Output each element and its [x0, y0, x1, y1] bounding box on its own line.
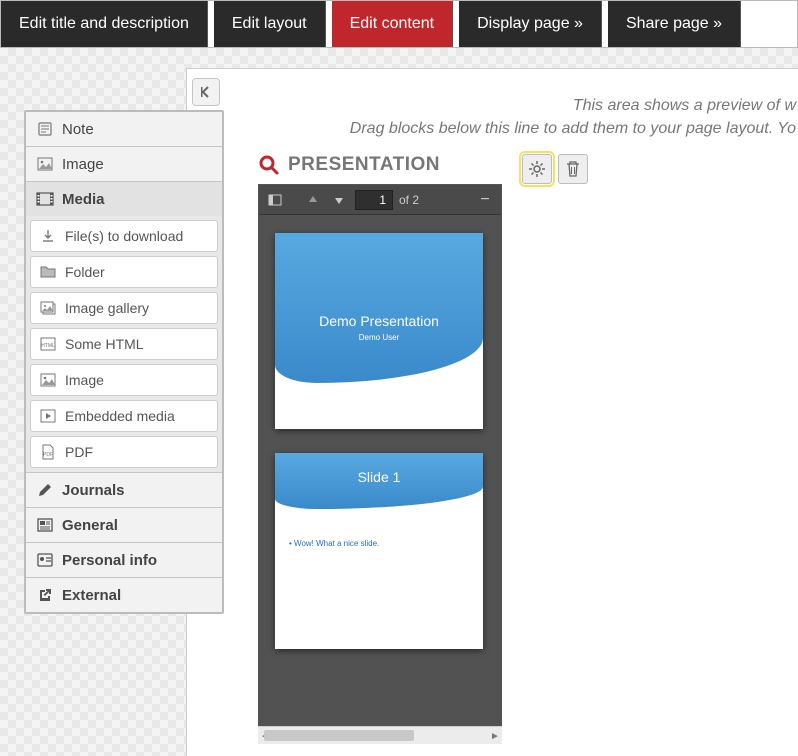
sidebar-cat-label: Media	[62, 191, 105, 208]
media-icon	[36, 190, 54, 208]
sidebar-cat-label: Note	[62, 121, 94, 138]
pdf-page-count: of 2	[399, 193, 419, 207]
news-icon	[36, 516, 54, 534]
sidebar-cat-label: General	[62, 517, 118, 534]
scroll-thumb[interactable]	[264, 730, 414, 741]
search-icon[interactable]	[258, 154, 280, 176]
sidebar-item-label: File(s) to download	[65, 228, 183, 244]
image-icon	[39, 372, 57, 388]
pdf-pages[interactable]: Demo Presentation Demo User Slide 1 Wow!…	[259, 215, 501, 725]
sidebar-item-label: Image	[65, 372, 104, 388]
pdf-sidebar-toggle[interactable]	[265, 190, 285, 210]
blocks-sidebar: Note Image Media File(s) to download Fol…	[24, 110, 224, 614]
sidebar-item-html[interactable]: HTML Some HTML	[30, 328, 218, 360]
tab-display-page[interactable]: Display page »	[459, 1, 602, 47]
pdf-viewer: of 2 − Demo Presentation Demo User Slide…	[258, 184, 502, 726]
note-icon	[36, 120, 54, 138]
sidebar-item-files-download[interactable]: File(s) to download	[30, 220, 218, 252]
hint-line: Drag blocks below this line to add them …	[350, 117, 796, 140]
sidebar-cat-label: External	[62, 587, 121, 604]
pdf-slide-1: Demo Presentation Demo User	[275, 233, 483, 429]
sidebar-cat-image[interactable]: Image	[26, 146, 222, 181]
sidebar-item-gallery[interactable]: Image gallery	[30, 292, 218, 324]
sidebar-cat-note[interactable]: Note	[26, 112, 222, 146]
image-icon	[36, 155, 54, 173]
sidebar-cat-media[interactable]: Media	[26, 181, 222, 216]
horizontal-scrollbar[interactable]: ◄ ►	[258, 726, 502, 744]
configure-block-button[interactable]	[522, 154, 552, 184]
sidebar-item-image[interactable]: Image	[30, 364, 218, 396]
idcard-icon	[36, 551, 54, 569]
sidebar-item-folder[interactable]: Folder	[30, 256, 218, 288]
trash-icon	[565, 160, 581, 178]
slide-bg	[275, 233, 483, 383]
slide-bullet: Wow! What a nice slide.	[289, 539, 379, 548]
gear-icon	[528, 160, 546, 178]
delete-block-button[interactable]	[558, 154, 588, 184]
sidebar-media-subs: File(s) to download Folder Image gallery…	[26, 216, 222, 472]
sidebar-item-pdf[interactable]: PDF PDF	[30, 436, 218, 468]
slide-title: Demo Presentation	[275, 313, 483, 329]
pdf-page-input[interactable]	[355, 190, 393, 210]
tab-share-page[interactable]: Share page »	[608, 1, 741, 47]
pdf-page-down[interactable]	[329, 190, 349, 210]
block-title: PRESENTATION	[288, 154, 440, 176]
sidebar-item-label: Image gallery	[65, 300, 149, 316]
pdf-page-up[interactable]	[303, 190, 323, 210]
slide-title: Slide 1	[275, 469, 483, 485]
presentation-block: PRESENTATION of 2 − Demo Presentation De…	[258, 154, 574, 744]
sidebar-cat-label: Image	[62, 156, 104, 173]
slide-subtitle: Demo User	[275, 333, 483, 342]
tab-edit-layout[interactable]: Edit layout	[214, 1, 326, 47]
sidebar-item-embed[interactable]: Embedded media	[30, 400, 218, 432]
pencil-icon	[36, 481, 54, 499]
sidebar-cat-personal[interactable]: Personal info	[26, 542, 222, 577]
sidebar-cat-label: Personal info	[62, 552, 157, 569]
pdf-zoom-out[interactable]: −	[475, 190, 495, 210]
tab-edit-content[interactable]: Edit content	[332, 1, 454, 47]
sidebar-item-label: Embedded media	[65, 408, 175, 424]
download-icon	[39, 228, 57, 244]
arrow-left-icon	[199, 85, 213, 99]
hint-line: This area shows a preview of w	[350, 94, 796, 117]
sidebar-item-label: Folder	[65, 264, 105, 280]
top-nav: Edit title and description Edit layout E…	[0, 0, 798, 48]
folder-icon	[39, 264, 57, 280]
html-icon: HTML	[39, 336, 57, 352]
external-icon	[36, 586, 54, 604]
sidebar-item-label: PDF	[65, 444, 93, 460]
embed-icon	[39, 408, 57, 424]
sidebar-cat-journals[interactable]: Journals	[26, 472, 222, 507]
pdf-slide-2: Slide 1 Wow! What a nice slide.	[275, 453, 483, 649]
pdf-icon: PDF	[39, 444, 57, 460]
svg-text:HTML: HTML	[41, 343, 55, 349]
hint-text: This area shows a preview of w Drag bloc…	[350, 94, 798, 140]
sidebar-cat-label: Journals	[62, 482, 125, 499]
svg-text:PDF: PDF	[43, 452, 53, 458]
block-actions	[522, 154, 588, 184]
tab-edit-title[interactable]: Edit title and description	[1, 1, 208, 47]
pdf-toolbar: of 2 −	[259, 185, 501, 215]
scroll-right-icon[interactable]: ►	[488, 729, 502, 743]
sidebar-cat-general[interactable]: General	[26, 507, 222, 542]
collapse-sidebar-button[interactable]	[192, 78, 220, 106]
sidebar-item-label: Some HTML	[65, 336, 144, 352]
gallery-icon	[39, 300, 57, 316]
sidebar-cat-external[interactable]: External	[26, 577, 222, 612]
